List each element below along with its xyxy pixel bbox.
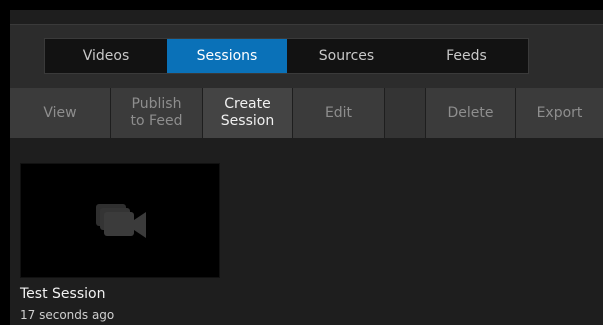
delete-button-label: Delete (447, 104, 494, 121)
session-thumbnail[interactable] (20, 163, 220, 278)
tab-videos[interactable]: Videos (45, 39, 167, 73)
tab-feeds[interactable]: Feeds (406, 39, 527, 73)
nav-tabs: Videos Sessions Sources Feeds (44, 38, 529, 74)
session-timestamp: 17 seconds ago (20, 308, 115, 322)
create-session-button[interactable]: Create Session (203, 88, 292, 138)
session-card[interactable]: Test Session 17 seconds ago (20, 163, 220, 323)
top-navigation-bar: Videos Sessions Sources Feeds (10, 24, 603, 94)
edit-button-label: Edit (324, 104, 353, 121)
camera-stack-icon (96, 204, 146, 238)
tab-sessions[interactable]: Sessions (167, 39, 287, 73)
toolbar-spacer (385, 88, 425, 138)
create-session-button-label: Create Session (220, 96, 275, 129)
session-title[interactable]: Test Session (20, 285, 220, 303)
tab-sources[interactable]: Sources (287, 39, 406, 73)
export-button[interactable]: Export (516, 88, 603, 138)
edit-button[interactable]: Edit (293, 88, 384, 138)
publish-to-feed-button[interactable]: Publish to Feed (111, 88, 202, 138)
export-button-label: Export (536, 104, 583, 121)
view-button[interactable]: View (10, 88, 110, 138)
delete-button[interactable]: Delete (426, 88, 515, 138)
app-window: Videos Sessions Sources Feeds View Publi… (10, 10, 603, 325)
publish-button-label: Publish to Feed (130, 96, 183, 129)
view-button-label: View (43, 104, 77, 121)
session-toolbar: View Publish to Feed Create Session Edit… (10, 88, 603, 139)
